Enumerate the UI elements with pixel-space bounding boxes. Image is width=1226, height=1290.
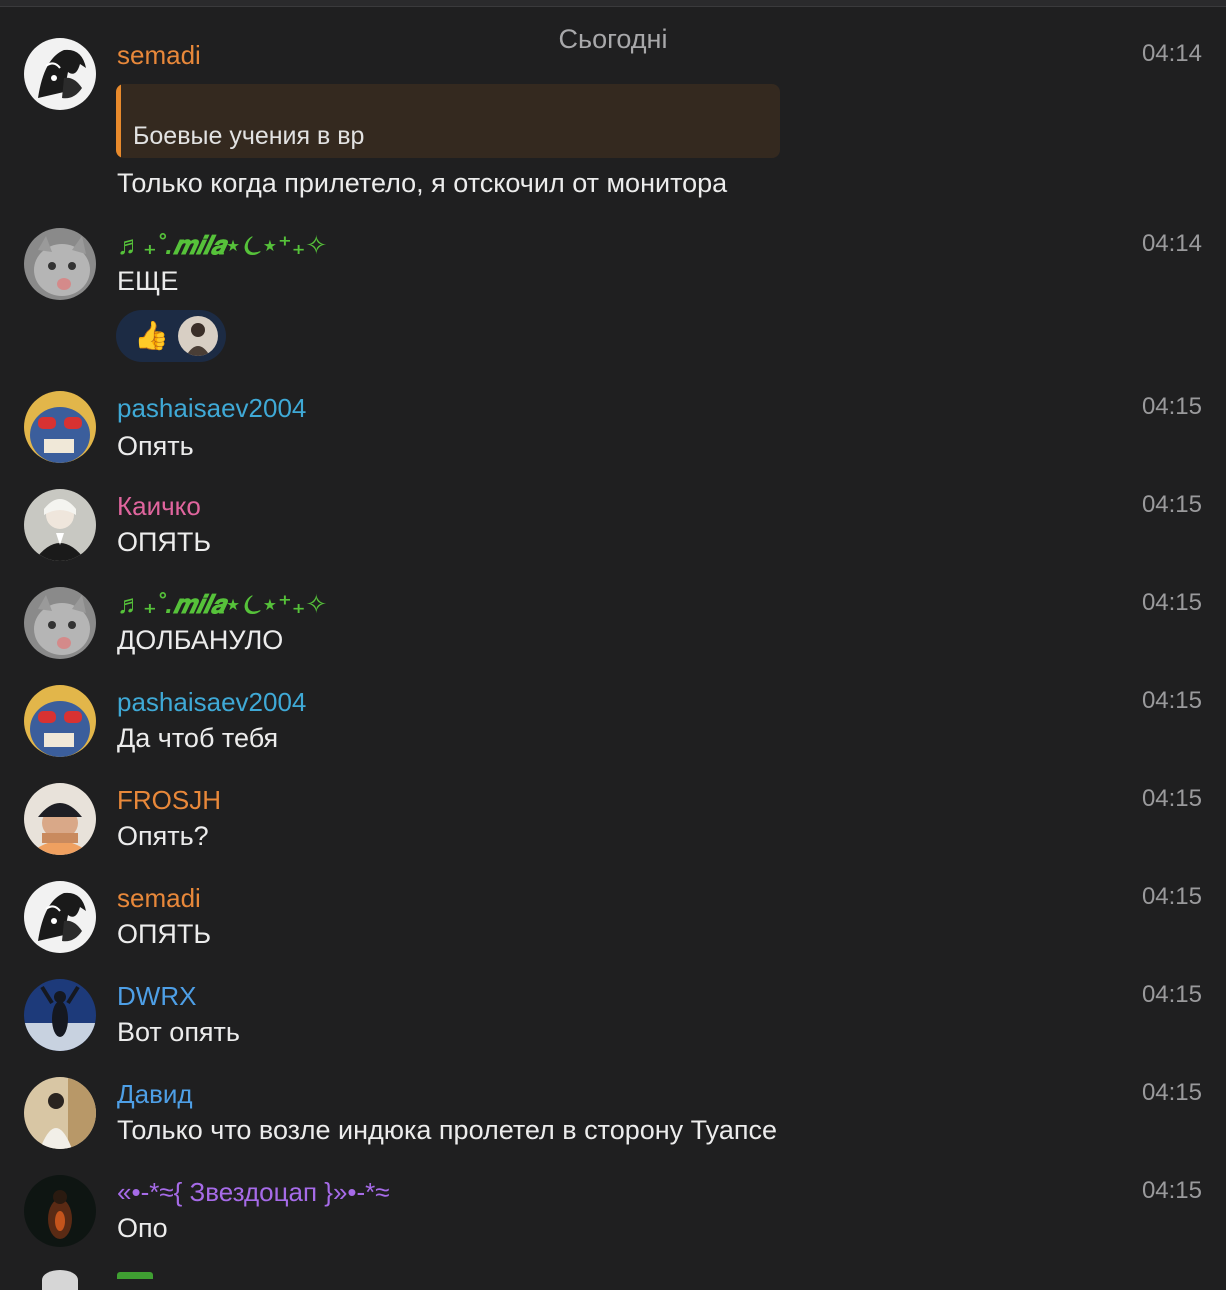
message-time: 04:15	[1141, 1079, 1202, 1106]
author-name[interactable]: Давид	[117, 1079, 193, 1110]
avatar[interactable]	[24, 881, 96, 953]
avatar[interactable]	[24, 685, 96, 757]
message-text: Только когда прилетело, я отскочил от мо…	[117, 168, 728, 198]
message-item[interactable]: pashaisaev2004 04:15 Опять	[0, 391, 1226, 471]
message-item[interactable]: semadi 04:14 Боевые учения в вр Только к…	[0, 38, 1226, 208]
reply-quote[interactable]: Боевые учения в вр	[116, 84, 780, 158]
message-text: Опять?	[117, 821, 209, 851]
author-name[interactable]: Каичко	[117, 491, 201, 522]
message-text: Вот опять	[117, 1017, 240, 1047]
message-item[interactable]: Каичко 04:15 ОПЯТЬ	[0, 489, 1226, 569]
avatar[interactable]	[24, 783, 96, 855]
message-item[interactable]: DWRX 04:15 Вот опять	[0, 979, 1226, 1059]
message-time: 04:14	[1141, 230, 1202, 257]
message-item[interactable]: FROSJH 04:15 Опять?	[0, 783, 1226, 863]
message-feed[interactable]: Сьогодні semadi 04:14 Боевые учения в вр…	[0, 0, 1226, 1290]
avatar[interactable]	[24, 587, 96, 659]
message-time: 04:14	[1141, 40, 1202, 67]
author-name[interactable]: semadi	[117, 40, 201, 71]
message-time: 04:15	[1141, 883, 1202, 910]
author-name[interactable]: DWRX	[117, 981, 196, 1012]
avatar[interactable]	[24, 489, 96, 561]
message-text: Да чтоб тебя	[117, 723, 279, 753]
message-time: 04:15	[1141, 1177, 1202, 1204]
avatar[interactable]	[24, 1175, 96, 1247]
message-time: 04:15	[1141, 589, 1202, 616]
author-name[interactable]: pashaisaev2004	[117, 393, 306, 424]
author-name[interactable]: semadi	[117, 883, 201, 914]
message-text: ЕЩЕ	[117, 266, 179, 296]
reaction-chip[interactable]: 👍	[116, 310, 226, 362]
message-time: 04:15	[1141, 785, 1202, 812]
avatar[interactable]	[24, 38, 96, 110]
message-text: Только что возле индюка пролетел в сторо…	[117, 1115, 777, 1145]
reactor-avatar	[178, 316, 218, 356]
message-time: 04:15	[1141, 393, 1202, 420]
avatar[interactable]	[24, 228, 96, 300]
author-name[interactable]: pashaisaev2004	[117, 687, 306, 718]
message-item[interactable]: Давид 04:15 Только что возле индюка прол…	[0, 1077, 1226, 1157]
reply-text: Боевые учения в вр	[133, 122, 365, 150]
thumbs-up-icon: 👍	[134, 320, 169, 351]
avatar[interactable]	[24, 979, 96, 1051]
message-item[interactable]: «•-*≈{ Звездоцап }»•-*≈ 04:15 Опо	[0, 1175, 1226, 1255]
author-name[interactable]: ♬₊˚.𝒎𝒊𝒍𝒂⋆⏾⋆⁺₊✧	[117, 589, 327, 621]
message-time: 04:15	[1141, 981, 1202, 1008]
message-item[interactable]: ♬₊˚.𝒎𝒊𝒍𝒂⋆⏾⋆⁺₊✧ 04:15 ДОЛБАНУЛО	[0, 587, 1226, 667]
author-name[interactable]: FROSJH	[117, 785, 221, 816]
avatar[interactable]	[42, 1270, 78, 1290]
message-text: ОПЯТЬ	[117, 527, 212, 557]
author-name[interactable]: «•-*≈{ Звездоцап }»•-*≈	[117, 1177, 390, 1208]
message-text: ДОЛБАНУЛО	[117, 625, 284, 655]
message-item[interactable]: semadi 04:15 ОПЯТЬ	[0, 881, 1226, 961]
message-text: Опять	[117, 431, 194, 461]
author-name[interactable]	[117, 1272, 153, 1279]
message-time: 04:15	[1141, 687, 1202, 714]
message-item[interactable]: pashaisaev2004 04:15 Да чтоб тебя	[0, 685, 1226, 765]
avatar[interactable]	[24, 1077, 96, 1149]
message-time: 04:15	[1141, 491, 1202, 518]
message-item[interactable]: ♬₊˚.𝒎𝒊𝒍𝒂⋆⏾⋆⁺₊✧ 04:14 ЕЩЕ 👍	[0, 228, 1226, 368]
message-text: ОПЯТЬ	[117, 919, 212, 949]
message-text: Опо	[117, 1213, 168, 1243]
reply-accent-bar	[116, 84, 121, 158]
avatar[interactable]	[24, 391, 96, 463]
author-name[interactable]: ♬₊˚.𝒎𝒊𝒍𝒂⋆⏾⋆⁺₊✧	[117, 230, 327, 262]
